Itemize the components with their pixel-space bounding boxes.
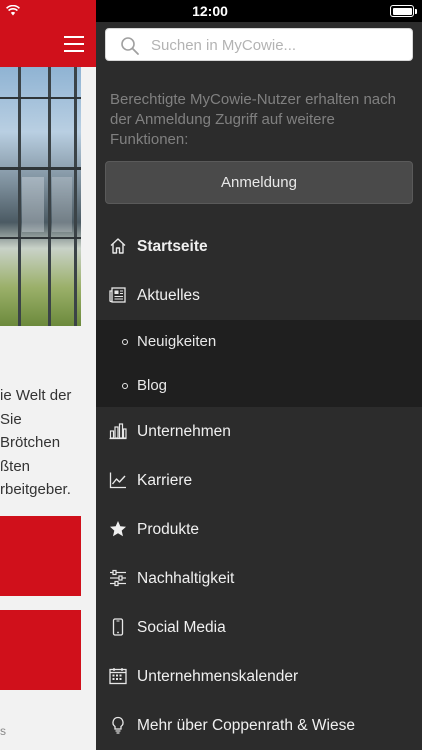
submenu-item-label: Blog [137, 376, 168, 394]
menu-item-label: Unternehmen [137, 422, 231, 440]
menu-item-label: Unternehmenskalender [137, 667, 299, 685]
menu-item-mehr-ueber[interactable]: Mehr über Coppenrath & Wiese [96, 701, 422, 750]
search-bar [96, 22, 422, 68]
menu-item-social-media[interactable]: Social Media [96, 603, 422, 652]
login-notice-text: Berechtigte MyCowie-Nutzer erhalten nach… [110, 91, 396, 148]
home-icon [109, 237, 127, 255]
search-icon [121, 37, 139, 55]
search-box[interactable] [105, 28, 413, 61]
background-app: ie Welt der Sie Brötchen ßten rbeitgeber… [0, 0, 96, 750]
background-text-line: ßten [0, 457, 31, 475]
background-text-line: Sie [0, 410, 22, 428]
login-button[interactable]: Anmeldung [105, 161, 413, 204]
menu-item-label: Aktuelles [137, 286, 200, 304]
status-time: 12:00 [192, 3, 228, 19]
background-text-line: ie Welt der [0, 387, 72, 404]
sliders-icon [109, 569, 127, 587]
menu-item-startseite[interactable]: Startseite [96, 222, 422, 271]
menu-item-label: Startseite [137, 237, 208, 255]
background-red-tile[interactable] [0, 516, 81, 596]
submenu-item-neuigkeiten[interactable]: Neuigkeiten [96, 320, 422, 364]
background-red-tile[interactable] [0, 610, 81, 690]
status-bar: 12:00 [96, 0, 422, 22]
star-icon [109, 520, 127, 538]
phone-icon [109, 618, 127, 636]
search-input[interactable] [151, 33, 406, 57]
hero-image [0, 67, 81, 326]
menu-item-aktuelles[interactable]: Aktuelles [96, 271, 422, 320]
lightbulb-icon [109, 716, 127, 734]
newspaper-icon [109, 286, 127, 304]
calendar-icon [109, 667, 127, 685]
wifi-icon [6, 5, 20, 16]
background-footer-text: s [0, 724, 6, 738]
bullet-icon [122, 339, 128, 345]
menu-item-label: Nachhaltigkeit [137, 569, 235, 587]
main-menu: Startseite Aktuelles Neuigkeiten Blog Un… [96, 222, 422, 750]
menu-item-unternehmen[interactable]: Unternehmen [96, 407, 422, 456]
submenu-item-blog[interactable]: Blog [96, 364, 422, 408]
navigation-drawer: 12:00 Berechtigte MyCowie-Nutzer erhalte… [96, 0, 422, 750]
menu-item-unternehmenskalender[interactable]: Unternehmenskalender [96, 652, 422, 701]
menu-item-label: Mehr über Coppenrath & Wiese [137, 716, 355, 734]
menu-item-nachhaltigkeit[interactable]: Nachhaltigkeit [96, 554, 422, 603]
background-status-bar [0, 0, 96, 22]
background-text-line: Brötchen [0, 434, 61, 451]
bullet-icon [122, 382, 128, 389]
menu-item-label: Social Media [137, 618, 226, 636]
hamburger-menu-icon[interactable] [64, 36, 84, 52]
chart-icon [109, 471, 127, 489]
menu-item-label: Karriere [137, 471, 193, 489]
menu-item-label: Produkte [137, 520, 200, 538]
background-intro-text: ie Welt der Sie Brötchen ßten rbeitgeber… [0, 384, 96, 502]
building-icon [109, 422, 127, 440]
background-text-line: rbeitgeber. [0, 481, 71, 498]
menu-item-produkte[interactable]: Produkte [96, 505, 422, 554]
menu-item-karriere[interactable]: Karriere [96, 456, 422, 505]
aktuelles-submenu: Neuigkeiten Blog [96, 320, 422, 407]
battery-icon [390, 5, 417, 17]
submenu-item-label: Neuigkeiten [137, 333, 217, 351]
